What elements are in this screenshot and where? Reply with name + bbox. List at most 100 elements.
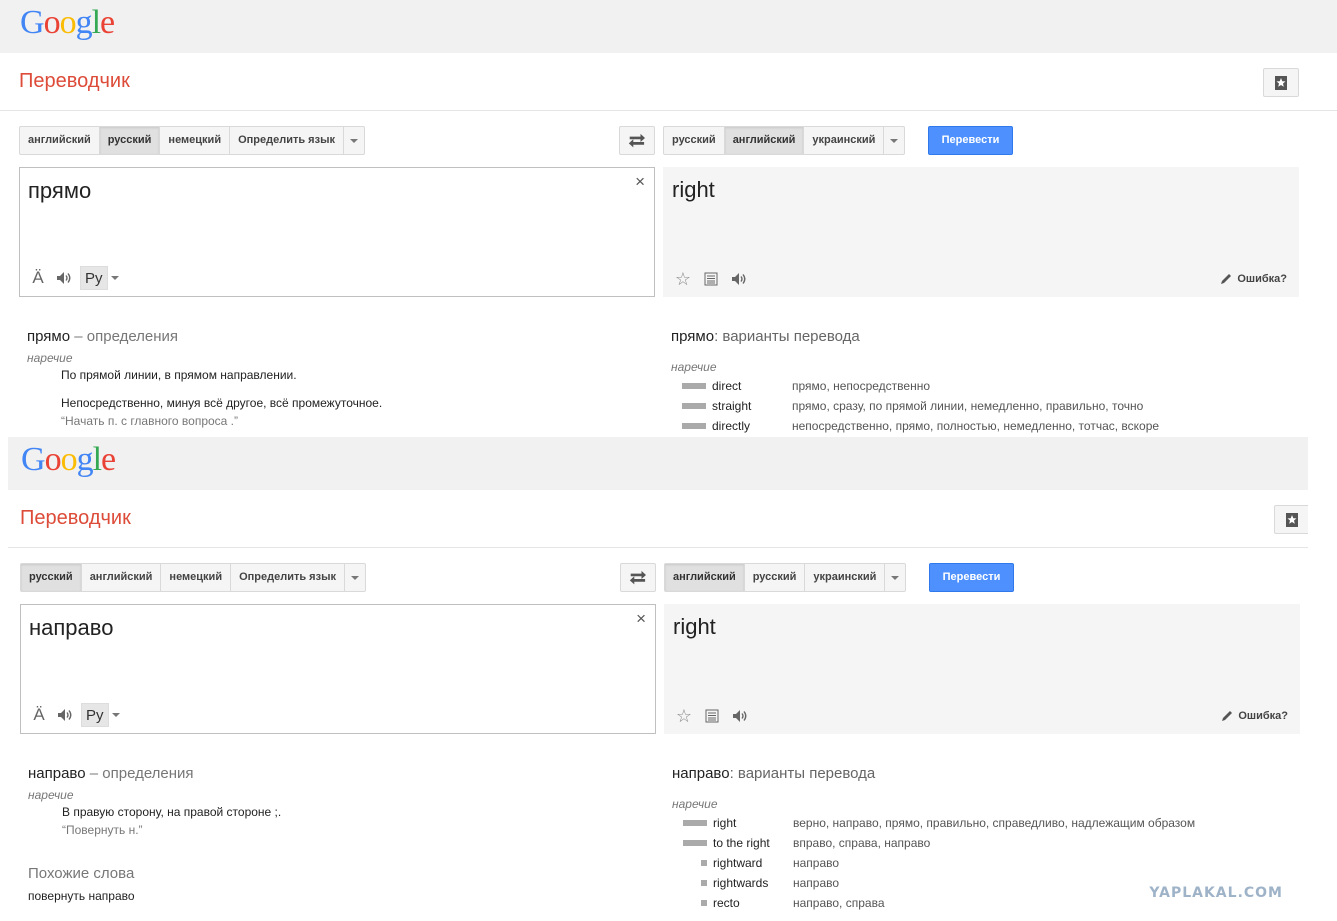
alternative-word[interactable]: straight — [712, 399, 751, 413]
virtual-keyboard-icon[interactable]: Ä — [28, 268, 48, 288]
report-error-label: Ошибка? — [1238, 710, 1288, 722]
alternative-word[interactable]: right — [713, 816, 736, 830]
target-language-bar: русский английский украинский — [663, 126, 906, 155]
definitions-suffix: – определения — [74, 328, 179, 345]
source-text-area[interactable]: направо × Ä Ру — [20, 604, 656, 734]
report-error-link[interactable]: Ошибка? — [1219, 272, 1287, 286]
report-error-link[interactable]: Ошибка? — [1220, 709, 1288, 723]
star-icon[interactable]: ☆ — [673, 269, 693, 289]
definition-item: В правую сторону, на правой стороне ;. — [62, 805, 282, 819]
translation-result-area: right ☆ Ошибка? — [663, 167, 1299, 297]
alternatives-heading: прямо: варианты перевода — [671, 328, 860, 345]
more-languages-button[interactable] — [344, 127, 364, 154]
similar-words-heading: Похожие слова — [28, 865, 135, 882]
alternative-word[interactable]: to the right — [713, 836, 770, 850]
language-tab[interactable]: немецкий — [161, 564, 232, 591]
alternatives-word: направо — [672, 765, 730, 782]
translation-text[interactable]: right — [673, 614, 716, 640]
language-tab[interactable]: английский — [665, 564, 745, 591]
translation-text[interactable]: right — [672, 177, 715, 203]
phrasebook-button[interactable] — [1263, 68, 1299, 97]
swap-languages-button[interactable] — [620, 563, 656, 592]
source-language-bar: русский английский немецкий Определить язык — [20, 563, 366, 592]
alternative-word[interactable]: directly — [712, 419, 750, 433]
pencil-icon — [1222, 711, 1233, 721]
language-tab[interactable]: русский — [664, 127, 725, 154]
frequency-bar — [680, 403, 706, 409]
listen-icon[interactable] — [55, 705, 75, 725]
alternative-translations: прямо, непосредственно — [792, 379, 931, 393]
google-logo[interactable]: Google — [21, 441, 116, 479]
source-tools: Ä Ру — [28, 266, 119, 290]
chevron-down-icon — [349, 138, 358, 143]
listen-icon[interactable] — [730, 706, 750, 726]
translate-button[interactable]: Перевести — [928, 126, 1013, 155]
alternative-row: straight прямо, сразу, по прямой линии, н… — [680, 398, 1143, 414]
google-logo[interactable]: Google — [20, 4, 115, 42]
target-language-bar: английский русский украинский — [664, 563, 907, 592]
language-tab[interactable]: немецкий — [160, 127, 231, 154]
alternatives-heading: направо: варианты перевода — [672, 765, 875, 782]
more-languages-button[interactable] — [884, 127, 904, 154]
alternative-word[interactable]: rightwards — [713, 876, 768, 890]
alternative-row: recto направо, справа — [681, 895, 885, 911]
input-tools-button[interactable]: Ру — [81, 703, 120, 727]
source-text-area[interactable]: прямо × Ä Ру — [19, 167, 655, 297]
definition-example: “Начать п. с главного вопроса .” — [61, 414, 238, 428]
phrasebook-star-icon — [1275, 75, 1287, 90]
select-all-icon[interactable] — [702, 706, 722, 726]
alternative-row: to the right вправо, справа, направо — [681, 835, 930, 851]
swap-languages-button[interactable] — [619, 126, 655, 155]
listen-icon[interactable] — [54, 268, 74, 288]
translate-screenshot-top: Google Переводчик английский русский немец… — [0, 0, 1337, 437]
source-text[interactable]: прямо — [28, 178, 91, 204]
phrasebook-button[interactable] — [1274, 505, 1308, 534]
similar-word-link[interactable]: повернуть направо — [28, 889, 135, 903]
report-error-label: Ошибка? — [1237, 273, 1287, 285]
language-tab[interactable]: украинский — [805, 564, 886, 591]
virtual-keyboard-icon[interactable]: Ä — [29, 705, 49, 725]
language-tab[interactable]: русский — [745, 564, 806, 591]
listen-icon[interactable] — [729, 269, 749, 289]
language-tab[interactable]: украинский — [804, 127, 885, 154]
more-languages-button[interactable] — [345, 564, 365, 591]
frequency-bar — [680, 423, 706, 429]
translation-tools: ☆ — [674, 706, 750, 726]
swap-icon — [628, 133, 645, 147]
alternative-translations: верно, направо, прямо, правильно, справе… — [793, 816, 1196, 830]
source-text[interactable]: направо — [29, 615, 113, 641]
input-tools-button[interactable]: Ру — [80, 266, 119, 290]
chevron-down-icon — [111, 713, 120, 717]
input-tool-label: Ру — [81, 703, 109, 727]
watermark: YAPLAKAL.COM — [1149, 885, 1283, 901]
more-languages-button[interactable] — [885, 564, 905, 591]
language-tab[interactable]: русский — [21, 564, 82, 591]
title-row: Переводчик — [0, 53, 1337, 111]
alternative-word[interactable]: rightward — [713, 856, 762, 870]
alternative-word[interactable]: recto — [713, 896, 740, 910]
star-icon[interactable]: ☆ — [674, 706, 694, 726]
definitions-suffix: – определения — [89, 765, 194, 782]
part-of-speech: наречие — [27, 351, 73, 365]
definitions-word: направо — [28, 765, 86, 782]
alternative-word[interactable]: direct — [712, 379, 741, 393]
translate-button[interactable]: Перевести — [929, 563, 1014, 592]
language-tab[interactable]: Определить язык — [230, 127, 344, 154]
clear-icon[interactable]: × — [635, 172, 645, 192]
language-tab[interactable]: Определить язык — [231, 564, 345, 591]
definitions-heading: прямо – определения — [27, 328, 178, 345]
language-tab[interactable]: английский — [20, 127, 100, 154]
select-all-icon[interactable] — [701, 269, 721, 289]
clear-icon[interactable]: × — [636, 609, 646, 629]
source-language-bar: английский русский немецкий Определить язык — [19, 126, 365, 155]
language-tab[interactable]: английский — [82, 564, 162, 591]
language-tab[interactable]: английский — [724, 127, 805, 154]
frequency-bar — [681, 900, 707, 906]
alternatives-suffix: : варианты перевода — [714, 328, 860, 345]
alternative-row: right верно, направо, прямо, правильно, с… — [681, 815, 1195, 831]
frequency-bar — [681, 820, 707, 826]
definition-item: По прямой линии, в прямом направлении. — [61, 368, 297, 382]
frequency-bar — [680, 383, 706, 389]
language-tab[interactable]: русский — [99, 127, 161, 154]
translate-screenshot-bottom: Google Переводчик русский английский немец… — [8, 437, 1308, 921]
